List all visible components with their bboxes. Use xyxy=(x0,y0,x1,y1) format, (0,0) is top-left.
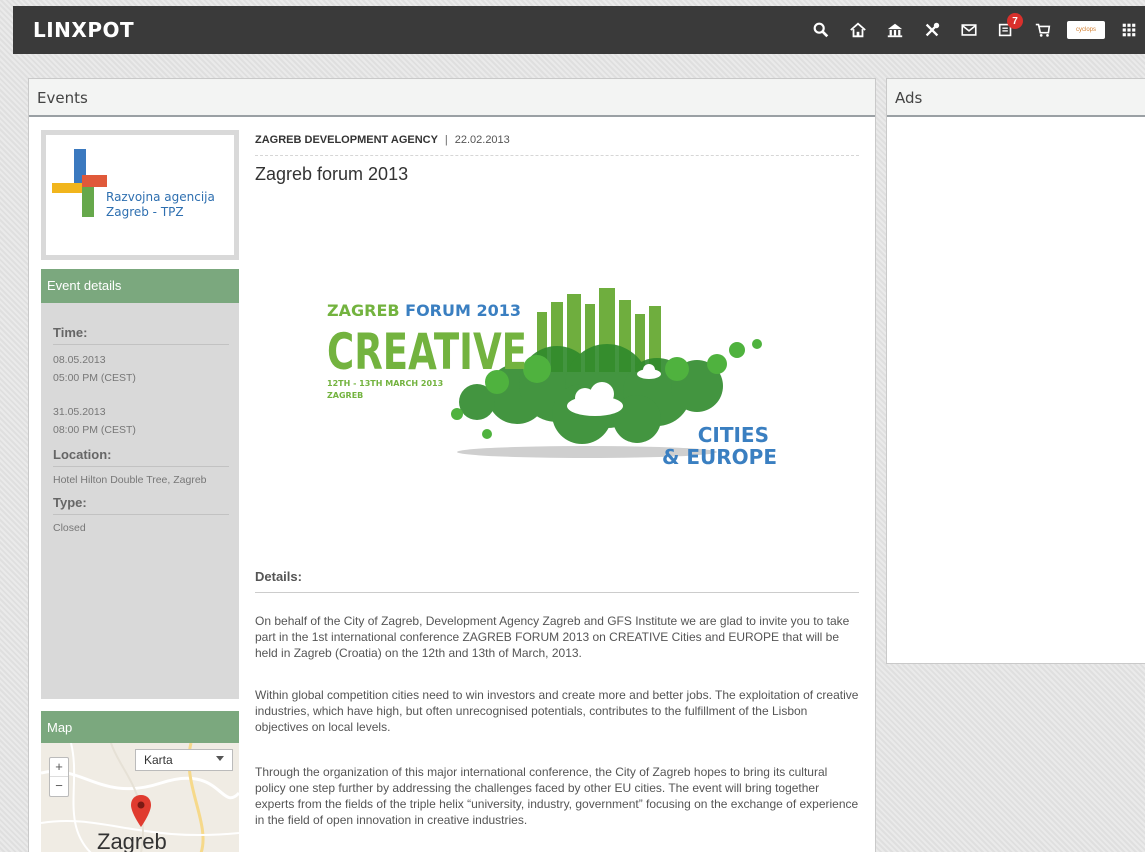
home-icon[interactable] xyxy=(842,6,874,54)
organization-name-line1: Razvojna agencija xyxy=(106,190,215,204)
app-logo[interactable]: LINXPOT xyxy=(33,18,134,42)
notification-badge: 7 xyxy=(1007,13,1023,29)
start-time: 05:00 PM (CEST) xyxy=(53,372,136,384)
type-label: Type: xyxy=(53,495,229,515)
top-navigation-bar: LINXPOT 7 cyclops xyxy=(13,6,1145,54)
cart-icon[interactable] xyxy=(1027,6,1059,54)
banner-cities-text: CITIES xyxy=(698,423,769,447)
events-panel-title: Events xyxy=(29,79,875,117)
article-date: 22.02.2013 xyxy=(454,134,510,146)
map-marker-icon[interactable] xyxy=(131,795,151,827)
tools-icon[interactable] xyxy=(916,6,948,54)
organization-name: Razvojna agencija Zagreb - TPZ xyxy=(106,190,215,220)
meta-separator: | xyxy=(444,134,448,146)
end-time: 08:00 PM (CEST) xyxy=(53,424,136,436)
banner-place-text: ZAGREB xyxy=(327,391,363,400)
organization-name-line2: Zagreb - TPZ xyxy=(106,205,184,219)
banner-europe-text: & EUROPE xyxy=(662,445,777,469)
time-label: Time: xyxy=(53,325,229,345)
mail-icon[interactable] xyxy=(953,6,985,54)
zoom-out-button[interactable]: − xyxy=(50,776,68,795)
ads-panel: Ads xyxy=(886,78,1145,664)
map-type-selected: Karta xyxy=(144,753,173,767)
svg-text:ZAGREB FORUM 2013: ZAGREB FORUM 2013 xyxy=(327,301,521,320)
banner-creative-text: CREATIVE xyxy=(327,323,527,381)
map-zoom-controls: + − xyxy=(49,757,69,797)
type-value: Closed xyxy=(53,522,86,534)
events-panel: Events Razvojna agencija Zagreb - TPZ Ev… xyxy=(28,78,876,852)
notifications-icon[interactable]: 7 xyxy=(990,6,1023,54)
banner-forum-text: FORUM 2013 xyxy=(405,301,521,320)
chevron-down-icon xyxy=(216,756,224,761)
map-type-select[interactable]: Karta xyxy=(135,749,233,771)
banner-zagreb-text: ZAGREB xyxy=(327,301,405,320)
organization-logo-mark xyxy=(52,149,107,217)
event-banner-art: ZAGREB FORUM 2013 CREATIVE 12TH - 13TH M… xyxy=(327,288,777,469)
article-meta: ZAGREB DEVELOPMENT AGENCY | 22.02.2013 xyxy=(255,134,859,156)
event-title: Zagreb forum 2013 xyxy=(255,164,409,184)
description-paragraph-1: On behalf of the City of Zagreb, Develop… xyxy=(255,614,850,660)
event-banner-image: ZAGREB FORUM 2013 CREATIVE 12TH - 13TH M… xyxy=(297,274,807,474)
cyclops-app-button[interactable]: cyclops xyxy=(1064,6,1108,54)
details-heading: Details: xyxy=(255,569,859,593)
search-icon[interactable] xyxy=(805,6,837,54)
location-label: Location: xyxy=(53,447,229,467)
organization-logo[interactable]: Razvojna agencija Zagreb - TPZ xyxy=(41,130,239,260)
ads-panel-title: Ads xyxy=(887,79,1145,117)
map-city-label: Zagreb xyxy=(97,829,167,852)
description-paragraph-3: Through the organization of this major i… xyxy=(255,765,859,827)
map-heading: Map xyxy=(41,711,239,743)
company-icon[interactable] xyxy=(879,6,911,54)
event-details-column: Event details Time: 08.05.2013 05:00 PM … xyxy=(41,269,239,699)
apps-grid-icon[interactable] xyxy=(1113,6,1145,54)
location-value: Hotel Hilton Double Tree, Zagreb xyxy=(53,474,207,486)
map-section: Map + − Karta Zagreb xyxy=(41,711,239,852)
description-paragraph-2: Within global competition cities need to… xyxy=(255,688,859,734)
organizer-link[interactable]: ZAGREB DEVELOPMENT AGENCY xyxy=(255,134,438,146)
map-view[interactable]: + − Karta Zagreb xyxy=(41,743,239,852)
top-icons: 7 cyclops xyxy=(800,6,1145,54)
banner-dates-text: 12TH - 13TH MARCH 2013 xyxy=(327,379,443,388)
start-date: 08.05.2013 xyxy=(53,354,106,366)
zoom-in-button[interactable]: + xyxy=(50,758,68,776)
event-details-heading: Event details xyxy=(41,269,239,303)
cyclops-logo: cyclops xyxy=(1067,21,1105,39)
end-date: 31.05.2013 xyxy=(53,406,106,418)
